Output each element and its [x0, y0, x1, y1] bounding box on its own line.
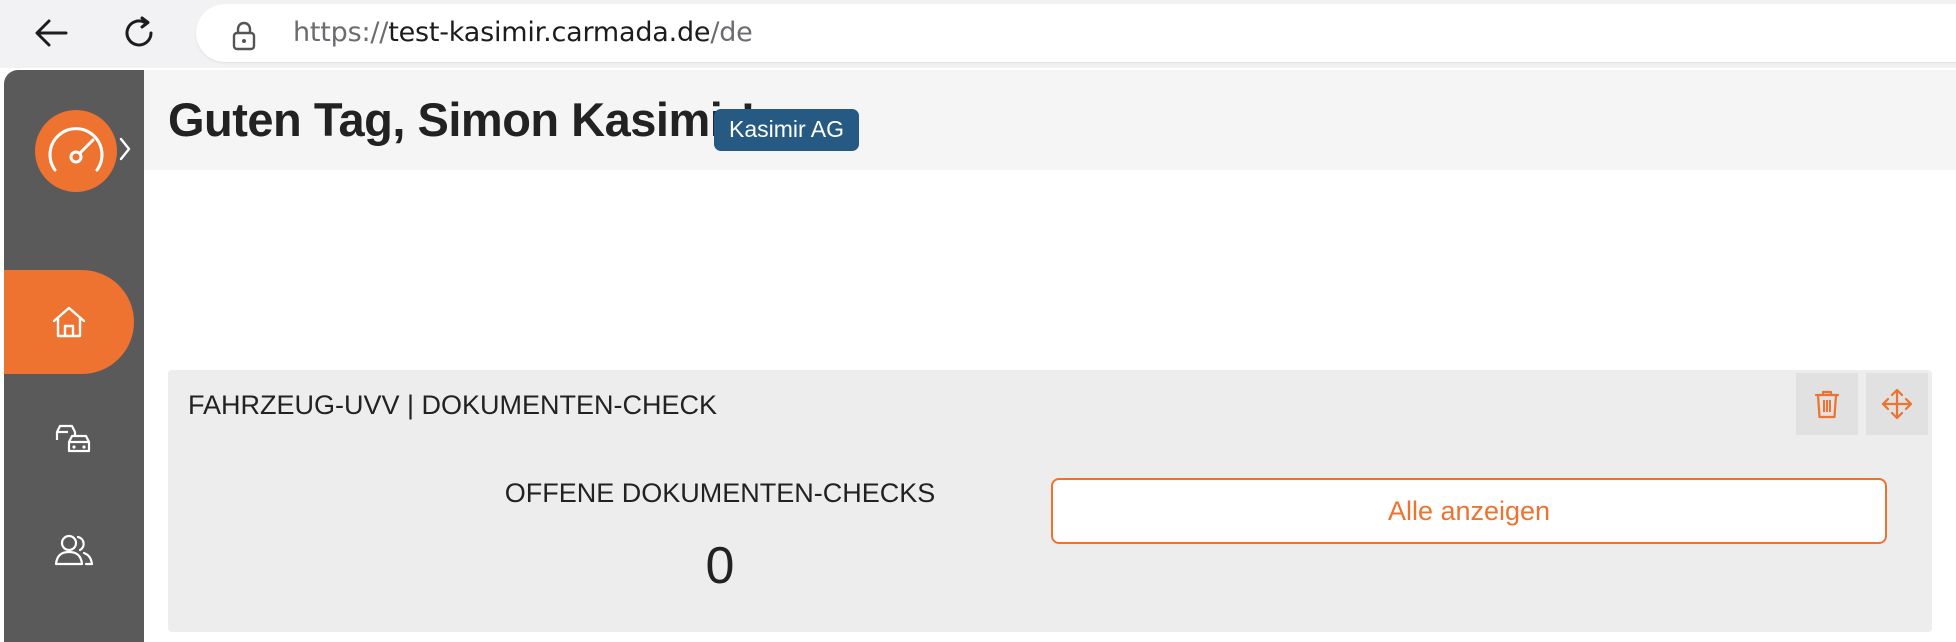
speedometer-icon: [48, 127, 104, 172]
open-checks-count: 0: [705, 537, 735, 595]
reload-button[interactable]: [114, 8, 164, 58]
company-badge[interactable]: Kasimir AG: [714, 109, 860, 151]
sidebar-item-vehicles[interactable]: [4, 386, 144, 490]
uvv-document-check-widget: FAHRZEUG-UVV | DOKUMENTEN-CHECK OFFENE D…: [168, 370, 1932, 632]
reload-icon: [125, 16, 153, 47]
url-path: /de: [710, 17, 753, 48]
app-logo[interactable]: [35, 110, 117, 192]
url-scheme: https://: [293, 17, 389, 48]
users-icon: [54, 534, 94, 566]
chevron-right-icon[interactable]: [118, 136, 132, 162]
show-all-button[interactable]: Alle anzeigen: [1051, 478, 1887, 544]
page-header: Guten Tag, Simon Kasimir! Kasimir AG: [144, 70, 1956, 170]
move-icon: [1881, 388, 1913, 420]
browser-toolbar: https://test-kasimir.carmada.de/de: [0, 0, 1956, 68]
sidebar-item-home[interactable]: [4, 270, 134, 374]
cars-icon: [55, 424, 91, 453]
url-host: test-kasimir.carmada.de: [388, 17, 711, 48]
page-title: Guten Tag, Simon Kasimir!: [168, 93, 756, 146]
back-button[interactable]: [26, 8, 76, 58]
address-bar[interactable]: https://test-kasimir.carmada.de/de: [196, 4, 1956, 62]
widget-title: FAHRZEUG-UVV | DOKUMENTEN-CHECK: [188, 390, 718, 420]
sidebar: [4, 70, 144, 642]
move-widget-handle[interactable]: [1866, 373, 1928, 435]
lock-icon[interactable]: [232, 21, 256, 51]
delete-widget-button[interactable]: [1796, 373, 1858, 435]
back-arrow-icon: [35, 19, 68, 47]
url-text[interactable]: https://test-kasimir.carmada.de/de: [293, 17, 753, 48]
trash-icon: [1814, 390, 1840, 419]
sidebar-item-users[interactable]: [4, 498, 144, 602]
home-icon: [52, 306, 86, 338]
